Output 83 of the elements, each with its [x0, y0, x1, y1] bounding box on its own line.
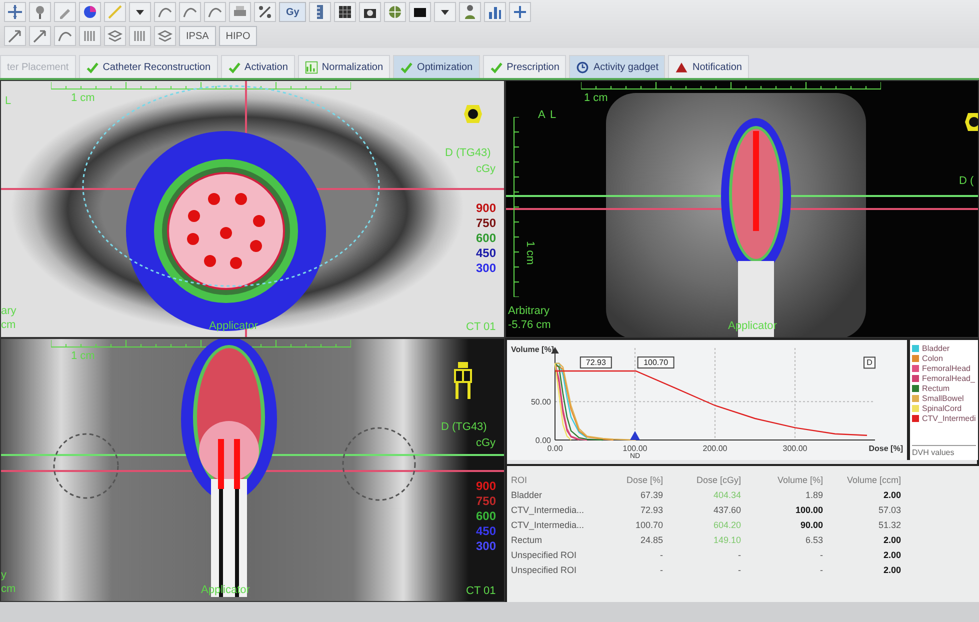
isodose-level: 450	[476, 524, 496, 538]
x-tick-label: 0.00	[547, 444, 563, 453]
applicator-label: Applicator	[209, 320, 258, 332]
slice-position-label: ary	[1, 305, 16, 317]
legend-label: Rectum	[922, 384, 950, 392]
table-cell-text: 6.53	[804, 534, 823, 544]
table-cell-text: 2.00	[882, 550, 901, 560]
table-cell-text: 90.00	[799, 520, 823, 530]
table-cell-text: 100.70	[634, 520, 663, 530]
x-tick-label: 200.00	[702, 444, 728, 453]
series-label: CT 01	[466, 321, 496, 333]
slice-position-label: -5.76 cm	[508, 319, 551, 331]
scale-label: 1 cm	[584, 92, 608, 104]
table-cell-text: -	[737, 550, 741, 560]
orientation-label: L	[5, 95, 12, 107]
roi-cell-text: CTV_Intermedia...	[511, 520, 586, 530]
table-cell-text: 72.93	[639, 504, 663, 514]
table-cell-text: 57.03	[877, 504, 901, 514]
isodose-level: 900	[476, 201, 496, 215]
table-cell-text: -	[819, 550, 823, 560]
isodose-level: 450	[476, 246, 496, 260]
orientation-label: L	[550, 109, 556, 121]
table-cell-text: -	[737, 564, 741, 574]
legend-label: SpinalCord	[922, 404, 962, 412]
isodose-level: 600	[476, 231, 496, 245]
annotation: 72.93	[586, 358, 606, 367]
legend-label: Colon	[922, 354, 943, 362]
dose-unit: cGy	[476, 163, 496, 175]
series-label: CT 01	[466, 585, 496, 597]
isodose-level: 600	[476, 509, 496, 523]
table-cell-text: 2.00	[882, 490, 901, 500]
legend-footer: DVH values	[912, 445, 976, 457]
legend-label: Bladder	[922, 344, 950, 352]
table-cell-text: -	[659, 564, 663, 574]
legend-label: FemoralHead	[922, 364, 970, 372]
isodose-level: 900	[476, 479, 496, 493]
table-cell-text: 404.34	[712, 490, 741, 500]
table-cell-text: 2.00	[882, 564, 901, 574]
legend-label: FemoralHead_	[922, 374, 975, 382]
table-cell-text: 149.10	[712, 534, 741, 544]
table-cell-text: 67.39	[639, 490, 663, 500]
dose-title: D (TG43)	[445, 147, 491, 159]
legend-label: CTV_Intermedi	[922, 414, 976, 422]
x-tick-label: 100.00	[622, 444, 648, 453]
y-tick-label: 50.00	[530, 398, 551, 407]
isodose-level: 300	[476, 539, 496, 553]
roi-cell-text: Unspecified ROI	[511, 550, 578, 560]
slice-position-label: Arbitrary	[508, 305, 550, 317]
slice-position-label: y	[1, 569, 6, 581]
table-cell-text: -	[819, 564, 823, 574]
annotation: 100.70	[644, 358, 669, 367]
y-tick-label: 0.00	[535, 436, 551, 445]
dose-unit: cGy	[476, 437, 496, 449]
roi-cell-text: Bladder	[511, 490, 544, 500]
table-cell-text: 24.85	[639, 534, 663, 544]
legend-label: SmallBowel	[922, 394, 964, 402]
isodose-level: 300	[476, 261, 496, 275]
roi-cell-text: CTV_Intermedia...	[511, 504, 586, 514]
slice-position-label: cm	[1, 319, 16, 331]
annotation-label: 72.93	[580, 356, 612, 368]
scale-label: 1 cm	[71, 92, 95, 104]
isodose-level: 750	[476, 494, 496, 508]
annotation-label: 100.70	[637, 356, 674, 368]
scale-label: 1 cm	[71, 350, 95, 362]
table-cell-text: 51.32	[877, 520, 901, 530]
slice-position-label: cm	[1, 583, 16, 595]
table-cell-text: 100.00	[794, 504, 823, 514]
annotation-label: D	[864, 356, 876, 369]
roi-cell-text: Rectum	[511, 534, 544, 544]
orientation-label: A	[538, 109, 546, 121]
scale-label: 1 cm	[524, 241, 536, 265]
table-cell-text: 2.00	[882, 534, 901, 544]
dose-title: D (TG43)	[441, 421, 487, 433]
x-tick-label: 300.00	[782, 444, 808, 453]
x-axis-label: Dose [%]	[868, 444, 903, 453]
annotation: D	[866, 358, 873, 368]
table-cell-text: 1.89	[804, 490, 823, 500]
table-cell-text: -	[659, 550, 663, 560]
isodose-level: 750	[476, 216, 496, 230]
roi-cell-text: Unspecified ROI	[511, 564, 578, 574]
dose-title: D (	[959, 175, 974, 187]
table-cell-text: 437.60	[712, 504, 741, 514]
table-cell-text: 604.20	[712, 520, 741, 530]
